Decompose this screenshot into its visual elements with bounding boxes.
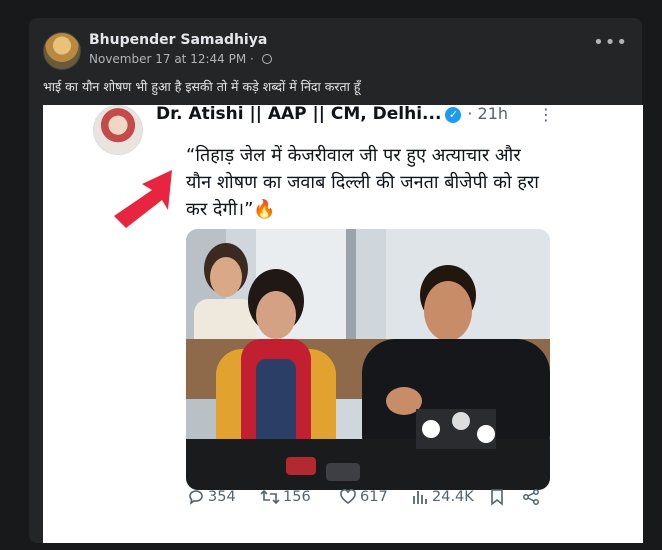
tweet-time: · 21h (467, 104, 509, 123)
reply-count: 354 (208, 489, 236, 505)
retweet-action: 156 (260, 488, 311, 506)
share-icon (523, 489, 539, 505)
tweet-more-icon: ⋮ (538, 105, 554, 124)
tweet-text-line: यौन शोषण का जवाब दिल्ली की जनता बीजेपी क… (186, 172, 539, 193)
share-action (522, 488, 540, 506)
tweet-photo (186, 229, 550, 490)
tweet-header: Dr. Atishi || AAP || CM, Delhi... ✓ · 21h (156, 104, 508, 124)
tweet-text-line: “तिहाड़ जेल में केजरीवाल जी पर हुए अत्या… (186, 145, 521, 166)
post-timestamp[interactable]: November 17 at 12:44 PM (89, 52, 246, 66)
reply-action: 354 (187, 488, 236, 506)
reply-icon (189, 490, 203, 505)
post-meta: November 17 at 12:44 PM · (89, 52, 272, 66)
page-bottom-edge (0, 543, 662, 550)
like-action: 617 (339, 488, 388, 506)
bookmark-action (489, 488, 505, 506)
globe-icon (261, 54, 272, 64)
views-action: 24.4K (411, 488, 474, 506)
views-bar-icon (413, 491, 427, 504)
red-arrow-annotation (114, 170, 172, 228)
tweet-author-name: Dr. Atishi || AAP || CM, Delhi... (156, 104, 442, 124)
tweet-text: “तिहाड़ जेल में केजरीवाल जी पर हुए अत्या… (186, 142, 561, 223)
more-options-button[interactable]: ••• (593, 34, 628, 52)
views-count: 24.4K (432, 489, 474, 505)
bookmark-icon (491, 489, 503, 506)
verified-badge-icon: ✓ (445, 107, 462, 123)
meta-separator: · (250, 52, 254, 66)
heart-icon (340, 488, 356, 504)
tweet-actions: 354 156 617 24.4K (155, 488, 545, 512)
author-avatar[interactable] (43, 32, 81, 70)
post-author-name[interactable]: Bhupender Samadhiya (89, 32, 267, 48)
retweet-icon (260, 489, 280, 505)
retweet-count: 156 (283, 489, 311, 505)
press-conference-image (186, 229, 550, 490)
post-caption: भाई का यौन शोषण भी हुआ है इसकी तो में कड… (43, 79, 361, 94)
tweet-text-line: कर देगी।”🔥 (186, 199, 276, 220)
like-count: 617 (360, 489, 388, 505)
tweet-avatar (93, 105, 143, 155)
